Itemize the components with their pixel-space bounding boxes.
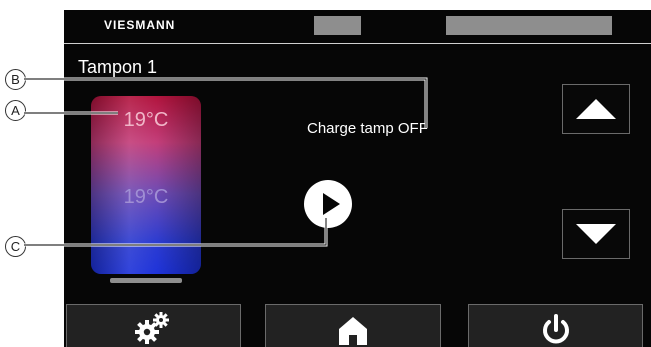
callout-leaders (24, 77, 428, 247)
